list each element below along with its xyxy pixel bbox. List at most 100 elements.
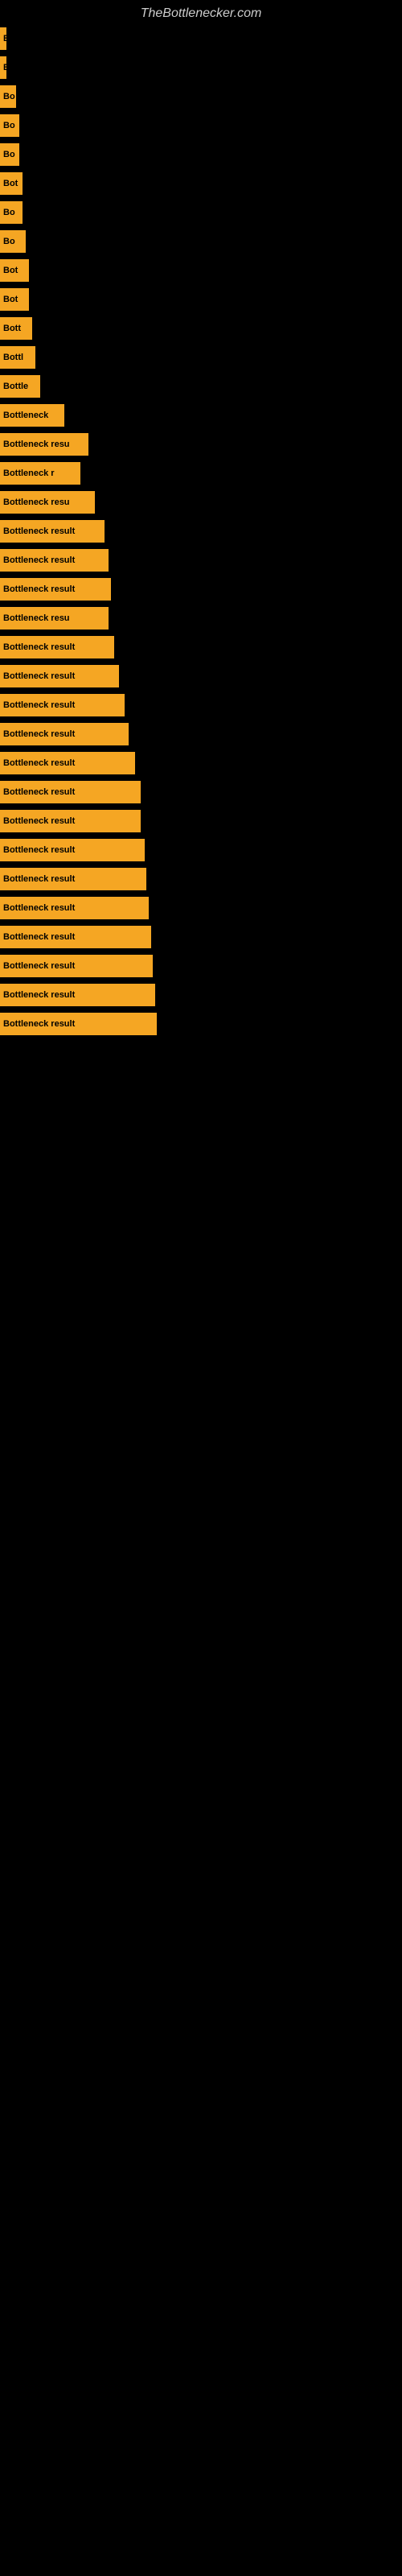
bar-7: Bo [0, 230, 26, 253]
bar-23: Bottleneck result [0, 694, 125, 716]
bar-label-2: Bo [3, 92, 15, 101]
bar-row: Bottl [0, 343, 402, 372]
bar-row: Bottleneck result [0, 517, 402, 546]
bar-16: Bottleneck resu [0, 491, 95, 514]
bar-row: Bottleneck result [0, 894, 402, 923]
bar-26: Bottleneck result [0, 781, 141, 803]
bar-row: Bottleneck result [0, 807, 402, 836]
bar-28: Bottleneck result [0, 839, 145, 861]
bar-row: Bo [0, 227, 402, 256]
bar-2: Bo [0, 85, 16, 108]
bar-row: Bo [0, 198, 402, 227]
bar-row: Bottleneck result [0, 546, 402, 575]
bar-row: Bottleneck result [0, 836, 402, 865]
bar-label-18: Bottleneck result [3, 555, 75, 565]
bar-0: B [0, 27, 6, 50]
site-title: TheBottlenecker.com [0, 0, 402, 24]
bar-label-31: Bottleneck result [3, 932, 75, 942]
bar-row: Bottleneck result [0, 980, 402, 1009]
bar-label-16: Bottleneck resu [3, 497, 70, 507]
bar-label-19: Bottleneck result [3, 584, 75, 594]
bar-label-22: Bottleneck result [3, 671, 75, 681]
bar-14: Bottleneck resu [0, 433, 88, 456]
bar-34: Bottleneck result [0, 1013, 157, 1035]
bar-label-15: Bottleneck r [3, 469, 55, 478]
bar-label-23: Bottleneck result [3, 700, 75, 710]
bar-label-6: Bo [3, 208, 15, 217]
bar-5: Bot [0, 172, 23, 195]
bar-20: Bottleneck resu [0, 607, 109, 630]
bar-row: Bottleneck r [0, 459, 402, 488]
bar-12: Bottle [0, 375, 40, 398]
bar-9: Bot [0, 288, 29, 311]
bar-label-11: Bottl [3, 353, 23, 362]
bar-label-3: Bo [3, 121, 15, 130]
bar-25: Bottleneck result [0, 752, 135, 774]
bar-row: Bottleneck result [0, 662, 402, 691]
bar-29: Bottleneck result [0, 868, 146, 890]
bar-row: Bottleneck [0, 401, 402, 430]
bar-row: Bottleneck result [0, 749, 402, 778]
bar-label-10: Bott [3, 324, 21, 333]
bar-row: Bott [0, 314, 402, 343]
bar-row: Bottleneck result [0, 691, 402, 720]
bar-label-17: Bottleneck result [3, 526, 75, 536]
bar-3: Bo [0, 114, 19, 137]
bar-8: Bot [0, 259, 29, 282]
bar-row: Bottleneck result [0, 575, 402, 604]
bar-row: Bottleneck result [0, 865, 402, 894]
bar-row: Bottleneck result [0, 1009, 402, 1038]
bar-row: Bot [0, 285, 402, 314]
bar-label-32: Bottleneck result [3, 961, 75, 971]
bar-19: Bottleneck result [0, 578, 111, 601]
bar-row: B [0, 53, 402, 82]
bar-4: Bo [0, 143, 19, 166]
bar-label-4: Bo [3, 150, 15, 159]
bar-24: Bottleneck result [0, 723, 129, 745]
bar-1: B [0, 56, 6, 79]
bar-row: Bo [0, 82, 402, 111]
bar-32: Bottleneck result [0, 955, 153, 977]
bar-row: Bottleneck resu [0, 430, 402, 459]
bar-label-20: Bottleneck resu [3, 613, 70, 623]
bar-label-13: Bottleneck [3, 411, 48, 420]
bar-row: B [0, 24, 402, 53]
bar-row: Bottleneck resu [0, 488, 402, 517]
bar-row: Bottleneck result [0, 923, 402, 952]
bar-label-24: Bottleneck result [3, 729, 75, 739]
bar-label-28: Bottleneck result [3, 845, 75, 855]
bar-row: Bottleneck result [0, 778, 402, 807]
bar-11: Bottl [0, 346, 35, 369]
bar-label-9: Bot [3, 295, 18, 304]
bar-label-8: Bot [3, 266, 18, 275]
bar-label-25: Bottleneck result [3, 758, 75, 768]
bar-21: Bottleneck result [0, 636, 114, 658]
bar-13: Bottleneck [0, 404, 64, 427]
bar-row: Bo [0, 140, 402, 169]
bar-22: Bottleneck result [0, 665, 119, 687]
bar-row: Bot [0, 256, 402, 285]
bar-label-29: Bottleneck result [3, 874, 75, 884]
bar-row: Bottleneck result [0, 720, 402, 749]
bar-label-0: B [3, 34, 6, 43]
bar-10: Bott [0, 317, 32, 340]
bar-row: Bottle [0, 372, 402, 401]
bar-label-12: Bottle [3, 382, 28, 391]
bar-row: Bottleneck result [0, 633, 402, 662]
bar-label-27: Bottleneck result [3, 816, 75, 826]
bar-row: Bottleneck resu [0, 604, 402, 633]
bar-row: Bo [0, 111, 402, 140]
bar-31: Bottleneck result [0, 926, 151, 948]
bar-label-30: Bottleneck result [3, 903, 75, 913]
bar-row: Bot [0, 169, 402, 198]
bar-label-34: Bottleneck result [3, 1019, 75, 1029]
bar-label-14: Bottleneck resu [3, 440, 70, 449]
bar-6: Bo [0, 201, 23, 224]
bar-label-5: Bot [3, 179, 18, 188]
bars-container: B B Bo Bo Bo Bot Bo Bo Bot Bot Bott Bottl Bottle Bott… [0, 24, 402, 1038]
bar-15: Bottleneck r [0, 462, 80, 485]
bar-label-33: Bottleneck result [3, 990, 75, 1000]
bar-label-1: B [3, 63, 6, 72]
bar-18: Bottleneck result [0, 549, 109, 572]
bar-label-26: Bottleneck result [3, 787, 75, 797]
